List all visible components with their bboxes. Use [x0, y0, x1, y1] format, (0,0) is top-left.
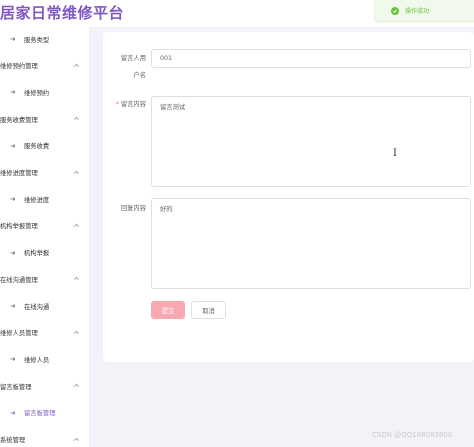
- success-toast: 操作成功: [374, 0, 474, 22]
- sidebar-group-11[interactable]: 维修人员管理: [0, 320, 89, 346]
- chevron-up-icon: [74, 437, 79, 441]
- sidebar-group-label: 留言板管理: [0, 383, 32, 391]
- content-label: * 留言内容: [110, 96, 146, 113]
- sidebar-item-4[interactable]: 服务收费: [0, 133, 89, 159]
- arrow-right-icon: [10, 357, 16, 362]
- chevron-up-icon: [74, 170, 79, 174]
- sidebar-group-label: 维修进度管理: [0, 170, 38, 177]
- sidebar-menu: 服务类型维修预约管理维修预约服务收费管理服务收费维修进度管理维修进度机构举报管理…: [0, 27, 90, 447]
- sidebar-group-13[interactable]: 留言板管理: [0, 373, 89, 399]
- chevron-up-icon: [74, 277, 79, 281]
- arrow-right-icon: [10, 90, 16, 95]
- app-title: 居家日常维修平台: [0, 4, 125, 22]
- sidebar-group-label: 服务收费管理: [0, 116, 38, 124]
- sidebar-item-0[interactable]: 服务类型: [0, 27, 89, 52]
- cancel-button[interactable]: 取消: [191, 301, 226, 319]
- sidebar-item-label: 维修预约: [24, 89, 50, 97]
- sidebar-item-label: 机构举报: [24, 250, 50, 258]
- sidebar-group-9[interactable]: 在线沟通管理: [0, 266, 89, 292]
- arrow-right-icon: [10, 411, 16, 415]
- reply-textarea[interactable]: 好的: [151, 198, 471, 289]
- sidebar-item-8[interactable]: 机构举报: [0, 240, 89, 266]
- sidebar-group-label: 维修人员管理: [0, 330, 38, 338]
- sidebar-group-label: 系统管理: [0, 437, 26, 444]
- sidebar-item-14[interactable]: 留言板管理: [0, 400, 89, 426]
- chevron-up-icon: [74, 383, 79, 387]
- watermark: CSDN @QQ188083800: [372, 431, 453, 439]
- sidebar-item-2[interactable]: 维修预约: [0, 79, 89, 105]
- toast-message: 操作成功: [405, 8, 430, 15]
- sidebar-group-1[interactable]: 维修预约管理: [0, 53, 89, 79]
- sidebar-group-label: 维修预约管理: [0, 63, 38, 71]
- username-label-line2: 户名: [114, 67, 146, 84]
- reply-label-text: 回复内容: [120, 205, 146, 212]
- content-label-text: 留言内容: [120, 101, 146, 108]
- sidebar-item-10[interactable]: 在线沟通: [0, 293, 89, 319]
- sidebar-item-12[interactable]: 维修人员: [0, 346, 89, 372]
- sidebar-item-label: 服务收费: [24, 143, 50, 151]
- reply-label: 回复内容: [114, 200, 146, 217]
- sidebar-group-15[interactable]: 系统管理: [0, 427, 89, 447]
- arrow-right-icon: [10, 304, 16, 308]
- check-circle-icon: [391, 6, 399, 15]
- chevron-up-icon: [74, 116, 79, 120]
- text-cursor-icon: I: [393, 148, 397, 159]
- content-textarea[interactable]: 留言测试: [151, 96, 471, 187]
- sidebar-item-6[interactable]: 维修进度: [0, 186, 89, 212]
- submit-button[interactable]: 提交: [151, 301, 185, 319]
- sidebar-item-label: 维修人员: [24, 356, 50, 364]
- chevron-up-icon: [74, 330, 79, 334]
- username-label-text-2: 户名: [133, 72, 146, 79]
- sidebar-item-label: 留言板管理: [24, 410, 56, 418]
- sidebar-group-5[interactable]: 维修进度管理: [0, 160, 89, 186]
- username-label: 留言人用: [114, 50, 146, 67]
- arrow-right-icon: [10, 197, 16, 201]
- sidebar-group-label: 机构举报管理: [0, 223, 38, 231]
- username-label-text: 留言人用: [120, 55, 146, 62]
- sidebar-group-label: 在线沟通管理: [0, 276, 38, 284]
- username-input[interactable]: 001: [151, 49, 471, 68]
- arrow-right-icon: [10, 144, 16, 148]
- chevron-up-icon: [74, 63, 79, 67]
- sidebar-item-label: 服务类型: [24, 36, 50, 44]
- required-mark: *: [115, 101, 119, 108]
- chevron-up-icon: [74, 223, 79, 227]
- sidebar-group-3[interactable]: 服务收费管理: [0, 106, 89, 132]
- sidebar-item-label: 维修进度: [24, 196, 50, 204]
- sidebar-item-label: 在线沟通: [24, 303, 50, 311]
- arrow-right-icon: [10, 37, 16, 41]
- arrow-right-icon: [10, 250, 16, 255]
- sidebar-group-7[interactable]: 机构举报管理: [0, 213, 89, 239]
